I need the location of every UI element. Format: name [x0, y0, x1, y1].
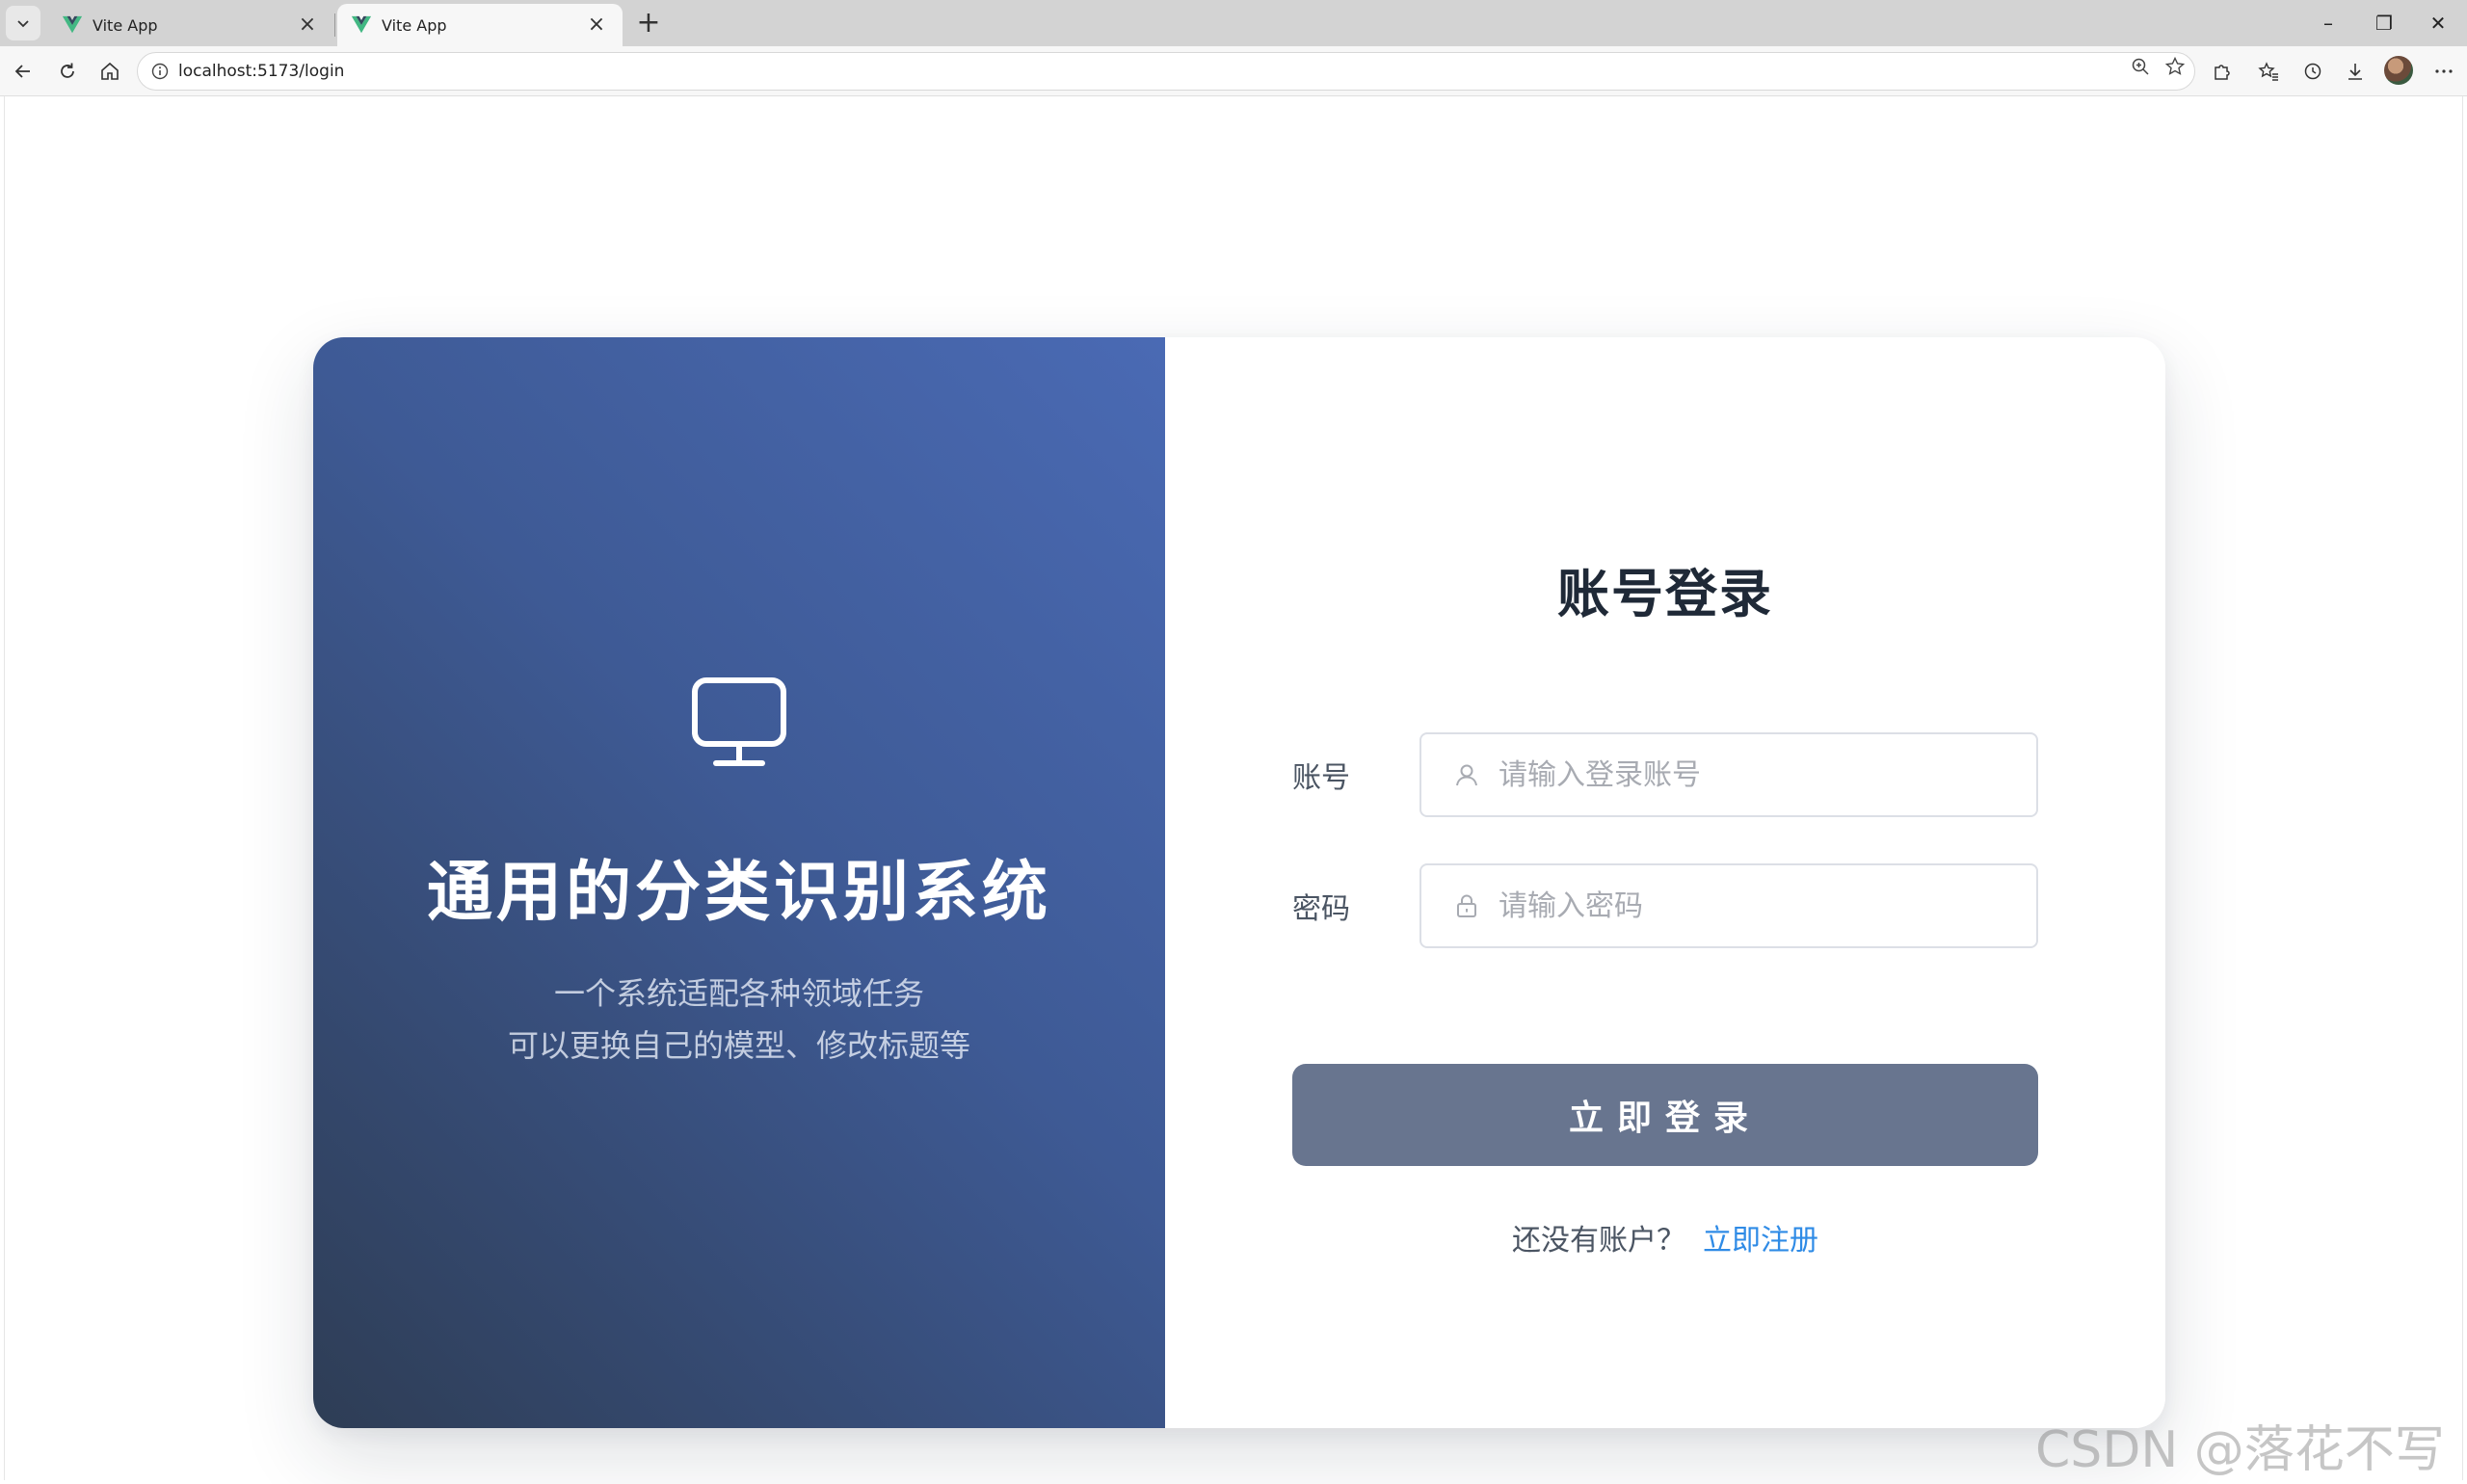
extensions-button[interactable]	[2207, 56, 2238, 87]
reload-icon	[61, 63, 74, 78]
minimize-button[interactable]: –	[2299, 4, 2357, 42]
restore-button[interactable]: ❐	[2355, 4, 2413, 42]
new-tab-button[interactable]: +	[632, 8, 665, 40]
watermark: CSDN @落花不写码	[2035, 1421, 2445, 1479]
password-input[interactable]	[1499, 888, 2019, 923]
password-label: 密码	[1292, 892, 1350, 926]
reload-button[interactable]	[50, 54, 85, 89]
favorite-button[interactable]	[2162, 54, 2188, 79]
home-icon	[101, 62, 119, 80]
monitor-icon	[692, 677, 786, 766]
favorites-list-icon	[2258, 62, 2278, 81]
subtitle-line-1: 一个系统适配各种领域任务	[553, 975, 924, 1012]
tab-list-button[interactable]	[6, 6, 40, 40]
chevron-down-icon	[17, 20, 29, 28]
login-title: 账号登录	[1557, 564, 1773, 624]
account-label: 账号	[1292, 761, 1350, 795]
url-text: localhost:5173/login	[178, 62, 345, 81]
more-icon	[2435, 69, 2453, 73]
tab-bar: Vite App × Vite App × + – ❐ ✕	[0, 0, 2467, 46]
account-input[interactable]	[1499, 757, 2019, 792]
tab-close-icon[interactable]: ×	[584, 13, 609, 38]
history-icon	[2304, 63, 2321, 80]
close-window-button[interactable]: ✕	[2409, 4, 2467, 42]
tab-title: Vite App	[382, 15, 447, 35]
info-icon	[151, 63, 169, 80]
login-button[interactable]: 立即登录	[1292, 1064, 2038, 1166]
vue-logo-icon	[351, 15, 372, 34]
login-form-panel: 账号登录 账号 密码 立即登录 还没有账户？ 立即注册	[1165, 337, 2165, 1428]
more-menu-button[interactable]	[2428, 56, 2459, 87]
star-icon	[2164, 56, 2186, 75]
home-button[interactable]	[93, 54, 127, 89]
download-icon	[2348, 64, 2362, 80]
account-field[interactable]	[1419, 732, 2038, 817]
register-row: 还没有账户？ 立即注册	[1165, 1216, 2165, 1259]
zoom-in-icon	[2132, 58, 2149, 75]
system-subtitle: 一个系统适配各种领域任务 可以更换自己的模型、修改标题等	[313, 967, 1165, 1072]
puzzle-icon	[2215, 65, 2230, 80]
register-link[interactable]: 立即注册	[1703, 1224, 1818, 1258]
tab-title: Vite App	[93, 15, 158, 35]
back-button[interactable]	[6, 54, 40, 89]
address-bar[interactable]: localhost:5173/login	[137, 52, 2195, 91]
profile-avatar[interactable]	[2384, 56, 2413, 85]
system-title: 通用的分类识别系统	[426, 855, 1051, 931]
arrow-left-icon	[14, 65, 30, 78]
subtitle-line-2: 可以更换自己的模型、修改标题等	[507, 1027, 970, 1064]
login-card: 通用的分类识别系统 一个系统适配各种领域任务 可以更换自己的模型、修改标题等 账…	[313, 337, 2165, 1428]
tab-vite-app-1[interactable]: Vite App ×	[48, 4, 335, 46]
brand-panel: 通用的分类识别系统 一个系统适配各种领域任务 可以更换自己的模型、修改标题等	[313, 337, 1165, 1428]
register-prompt: 还没有账户？	[1512, 1224, 1685, 1258]
lock-icon	[1452, 891, 1481, 920]
browser-toolbar: localhost:5173/login	[0, 46, 2467, 96]
page-viewport: 通用的分类识别系统 一个系统适配各种领域任务 可以更换自己的模型、修改标题等 账…	[4, 96, 2463, 1480]
vue-logo-icon	[62, 15, 83, 34]
tab-vite-app-2[interactable]: Vite App ×	[337, 4, 623, 46]
zoom-button[interactable]	[2128, 54, 2153, 79]
password-field[interactable]	[1419, 863, 2038, 948]
history-button[interactable]	[2297, 56, 2328, 87]
favorites-button[interactable]	[2253, 56, 2284, 87]
user-icon	[1452, 760, 1481, 789]
tab-close-icon[interactable]: ×	[295, 13, 320, 38]
downloads-button[interactable]	[2340, 56, 2371, 87]
